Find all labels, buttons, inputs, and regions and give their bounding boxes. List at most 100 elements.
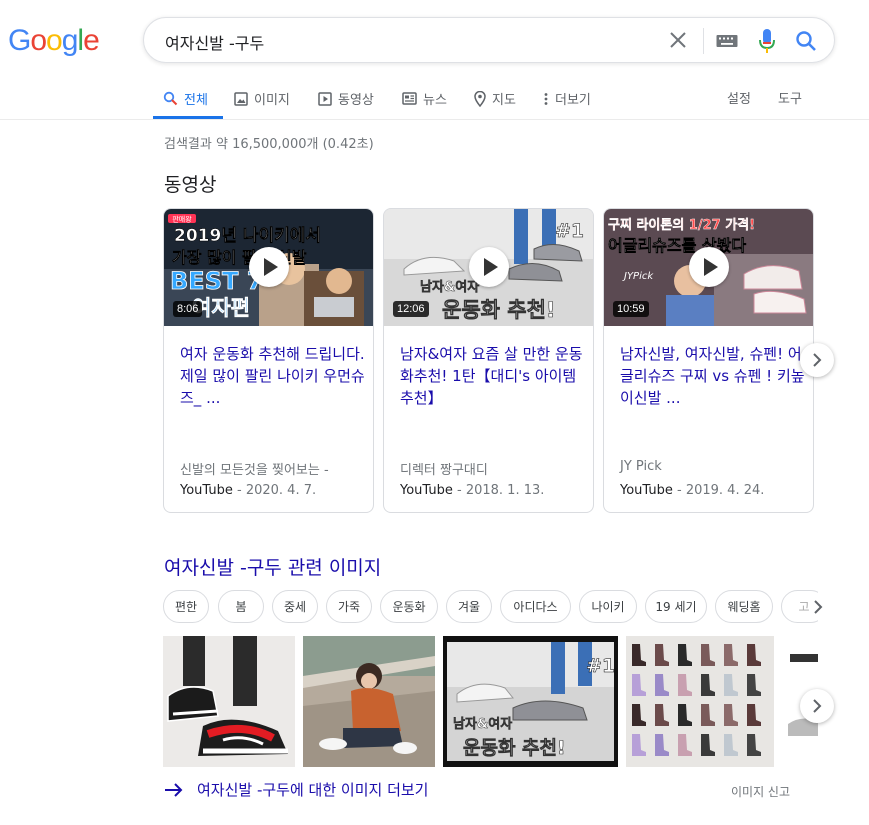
video-channel: JY Pick xyxy=(620,459,662,474)
video-thumbnail[interactable]: 구찌 라이톤의 1/27 가격! 어글리슈즈를 샀봤다 JYPick 10:59 xyxy=(604,209,813,326)
video-card[interactable]: 구찌 라이톤의 1/27 가격! 어글리슈즈를 샀봤다 JYPick 10:59… xyxy=(603,208,814,513)
more-images-link[interactable]: 여자신발 -구두에 대한 이미지 더보기 xyxy=(164,779,429,800)
video-card[interactable]: 판매왕 2019년 나이키에서 가장 많이 팔린 신발 BEST 7 여자편 8… xyxy=(163,208,374,513)
search-icon[interactable] xyxy=(795,30,817,52)
logo-letter: G xyxy=(8,24,31,57)
search-icon xyxy=(163,91,178,106)
tab-maps[interactable]: 지도 xyxy=(474,78,516,119)
chip[interactable]: 중세 xyxy=(272,590,318,623)
thumb-tag: 판매왕 xyxy=(172,215,192,224)
search-input[interactable]: 여자신발 -구두 xyxy=(165,30,264,54)
tab-label: 동영상 xyxy=(338,93,374,108)
chip[interactable]: 편한 xyxy=(163,590,209,623)
sneaker-video-image: #1 남자&여자 운동화 추천! xyxy=(443,636,618,767)
chip[interactable]: 가죽 xyxy=(326,590,372,623)
thumb-overlay-text: 어글리슈즈를 샀봤다 xyxy=(608,236,746,255)
arrow-right-icon xyxy=(165,782,183,797)
logo-letter: o xyxy=(30,24,47,57)
more-vert-icon xyxy=(544,92,548,105)
logo-letter: g xyxy=(61,24,79,57)
image-result[interactable] xyxy=(303,636,435,767)
logo-letter: e xyxy=(83,24,100,57)
play-icon[interactable] xyxy=(249,247,289,287)
tab-all[interactable]: 전체 xyxy=(153,78,223,119)
tab-images[interactable]: 이미지 xyxy=(234,78,290,119)
images-next-button[interactable] xyxy=(800,689,834,723)
search-tabs: 전체 이미지 동영상 뉴스 지도 더보기 설정 도구 xyxy=(0,78,869,120)
chip[interactable]: 웨딩홈 xyxy=(715,590,773,623)
image-result[interactable]: #1 남자&여자 운동화 추천! xyxy=(443,636,618,767)
video-title-link[interactable]: 남자신발, 여자신발, 슈펜! 어글리슈즈 구찌 vs 슈펜 ! 키높이신발 .… xyxy=(620,343,805,409)
search-divider xyxy=(703,28,704,54)
tab-videos[interactable]: 동영상 xyxy=(318,78,374,119)
settings-link[interactable]: 설정 xyxy=(727,78,751,116)
videos-next-button[interactable] xyxy=(800,343,834,377)
news-icon xyxy=(402,92,417,105)
thumb-overlay-text: 운동화 추천! xyxy=(463,737,566,759)
video-source: YouTube - 2018. 1. 13. xyxy=(400,483,544,498)
chevron-right-icon xyxy=(813,353,822,367)
image-result[interactable] xyxy=(626,636,774,767)
video-card[interactable]: #1 남자&여자 운동화 추천! 12:06 남자&여자 요즘 살 만한 운동화… xyxy=(383,208,594,513)
images-section-title[interactable]: 여자신발 -구두 관련 이미지 xyxy=(164,553,381,580)
video-date: - 2020. 4. 7. xyxy=(232,483,317,498)
image-icon xyxy=(234,91,248,106)
sneaker-image xyxy=(163,636,295,767)
play-icon[interactable] xyxy=(689,247,729,287)
video-thumbnail[interactable]: 판매왕 2019년 나이키에서 가장 많이 팔린 신발 BEST 7 여자편 8… xyxy=(164,209,373,326)
video-platform: YouTube xyxy=(180,483,233,498)
chip[interactable]: 19 세기 xyxy=(645,590,707,623)
thumb-overlay-text: 남자&여자 xyxy=(420,279,479,295)
result-stats: 검색결과 약 16,500,000개 (0.42초) xyxy=(164,137,374,152)
video-source: YouTube - 2019. 4. 24. xyxy=(620,483,764,498)
keyboard-icon[interactable] xyxy=(716,33,738,49)
video-duration: 12:06 xyxy=(393,301,429,317)
video-thumbnail[interactable]: #1 남자&여자 운동화 추천! 12:06 xyxy=(384,209,593,326)
thumb-overlay-text: 운동화 추천! xyxy=(442,298,556,322)
thumb-overlay-text: 구찌 라이톤의 1/27 가격! xyxy=(608,217,755,233)
report-images-link[interactable]: 이미지 신고 xyxy=(731,783,790,800)
tab-news[interactable]: 뉴스 xyxy=(402,78,447,119)
tab-label: 전체 xyxy=(184,93,208,108)
tools-link[interactable]: 도구 xyxy=(778,78,802,116)
play-icon[interactable] xyxy=(469,247,509,287)
tab-label: 지도 xyxy=(492,93,516,108)
video-date: - 2019. 4. 24. xyxy=(672,483,765,498)
thumb-overlay-text: #1 xyxy=(586,655,615,677)
video-duration: 10:59 xyxy=(613,301,649,317)
close-icon[interactable] xyxy=(668,30,688,50)
person-image xyxy=(303,636,435,767)
chevron-right-icon[interactable] xyxy=(809,598,827,616)
tab-more[interactable]: 더보기 xyxy=(543,78,591,119)
image-strip: #1 남자&여자 운동화 추천! xyxy=(163,636,818,767)
chevron-right-icon xyxy=(813,699,822,713)
chip[interactable]: 운동화 xyxy=(380,590,438,623)
image-result[interactable] xyxy=(163,636,295,767)
videos-section-title: 동영상 xyxy=(164,174,217,196)
tab-label: 더보기 xyxy=(555,93,591,108)
thumb-overlay-text: 남자&여자 xyxy=(453,716,512,732)
video-channel: 디렉터 짱구대디 xyxy=(400,463,488,478)
boots-grid-image xyxy=(626,636,774,767)
more-images-label: 여자신발 -구두에 대한 이미지 더보기 xyxy=(197,781,429,799)
video-title-link[interactable]: 남자&여자 요즘 살 만한 운동화추천! 1탄【대디's 아이템추천】 xyxy=(400,343,585,409)
tab-label: 뉴스 xyxy=(423,93,447,108)
video-icon xyxy=(318,91,332,106)
video-platform: YouTube xyxy=(400,483,453,498)
video-platform: YouTube xyxy=(620,483,673,498)
chip[interactable]: 나이키 xyxy=(579,590,637,623)
video-date: - 2018. 1. 13. xyxy=(452,483,545,498)
video-channel: 신발의 모든것을 찢어보는 - xyxy=(180,463,329,478)
mic-icon[interactable] xyxy=(758,28,776,54)
video-source: YouTube - 2020. 4. 7. xyxy=(180,483,316,498)
chip[interactable]: 봄 xyxy=(218,590,264,623)
search-box[interactable]: 여자신발 -구두 xyxy=(143,17,835,63)
thumb-overlay-text: #1 xyxy=(555,220,584,242)
chip[interactable]: 아디다스 xyxy=(500,590,571,623)
thumb-overlay-text: 2019년 나이키에서 xyxy=(174,226,321,246)
google-logo[interactable]: Google xyxy=(8,24,100,58)
video-duration: 8:06 xyxy=(173,301,203,317)
image-chip-row: 편한 봄 중세 가죽 운동화 겨울 아디다스 나이키 19 세기 웨딩홈 고 xyxy=(163,590,818,624)
video-title-link[interactable]: 여자 운동화 추천해 드립니다. 제일 많이 팔린 나이키 우먼슈즈_ ... xyxy=(180,343,365,409)
chip[interactable]: 겨울 xyxy=(446,590,492,623)
